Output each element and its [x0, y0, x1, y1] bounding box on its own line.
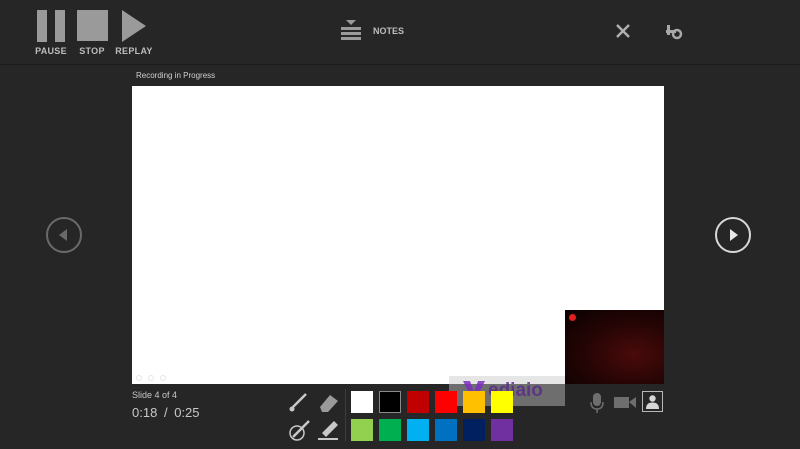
- color-swatch[interactable]: [491, 391, 513, 413]
- color-swatch[interactable]: [463, 419, 485, 441]
- replay-button[interactable]: REPLAY: [112, 10, 156, 56]
- camera-button[interactable]: [613, 393, 637, 411]
- pause-icon: [35, 10, 67, 42]
- slide-control-dot: [136, 375, 142, 381]
- stop-icon: [76, 10, 108, 41]
- timer: 0:18 / 0:25: [132, 405, 200, 420]
- slide-control-dot: [148, 375, 154, 381]
- notes-icon: [341, 20, 361, 40]
- recording-status: Recording in Progress: [136, 71, 216, 80]
- color-swatch[interactable]: [435, 391, 457, 413]
- previous-slide-button[interactable]: [46, 217, 82, 253]
- color-swatch[interactable]: [407, 391, 429, 413]
- pen-tool[interactable]: [288, 391, 310, 413]
- color-swatch[interactable]: [379, 391, 401, 413]
- next-slide-button[interactable]: [715, 217, 751, 253]
- toolbar-divider: [0, 64, 800, 65]
- close-button[interactable]: [614, 22, 632, 40]
- notes-button[interactable]: NOTES: [339, 18, 409, 44]
- replay-icon: [122, 10, 146, 42]
- laser-pointer-tool[interactable]: [287, 419, 311, 443]
- color-swatch[interactable]: [351, 419, 373, 441]
- time-current: 0:18: [132, 405, 158, 420]
- laser-pointer-icon: [289, 420, 310, 441]
- microphone-button[interactable]: [588, 392, 606, 414]
- highlighter-tool[interactable]: [316, 418, 340, 442]
- highlighter-icon: [318, 421, 338, 440]
- slide-mini-controls: [136, 375, 170, 381]
- stop-button[interactable]: STOP: [70, 10, 114, 56]
- tools-divider: [345, 389, 346, 441]
- time-total: 0:25: [174, 405, 200, 420]
- eraser-tool[interactable]: [316, 391, 340, 413]
- recording-indicator-dot: [569, 314, 576, 321]
- color-swatch[interactable]: [379, 419, 401, 441]
- time-separator: /: [163, 405, 168, 420]
- settings-icon: [666, 25, 683, 40]
- close-icon: [616, 24, 630, 38]
- color-swatch[interactable]: [407, 419, 429, 441]
- camera-preview-toggle[interactable]: [642, 391, 663, 412]
- slide-counter: Slide 4 of 4: [132, 390, 178, 400]
- notes-label: NOTES: [373, 26, 405, 36]
- next-slide-icon: [730, 229, 738, 241]
- color-swatch[interactable]: [351, 391, 373, 413]
- camera-icon: [614, 397, 636, 408]
- pen-icon: [289, 393, 307, 412]
- previous-slide-icon: [59, 229, 67, 241]
- camera-preview: [565, 310, 664, 384]
- eraser-icon: [320, 395, 338, 412]
- color-swatch[interactable]: [435, 419, 457, 441]
- replay-label: REPLAY: [115, 46, 153, 56]
- pause-button[interactable]: PAUSE: [29, 10, 73, 56]
- slide-control-dot: [160, 375, 166, 381]
- microphone-icon: [590, 393, 604, 413]
- camera-preview-icon: [646, 395, 659, 409]
- color-swatch[interactable]: [463, 391, 485, 413]
- pause-label: PAUSE: [35, 46, 67, 56]
- settings-button[interactable]: [665, 22, 683, 40]
- stop-label: STOP: [79, 46, 105, 56]
- color-swatch[interactable]: [491, 419, 513, 441]
